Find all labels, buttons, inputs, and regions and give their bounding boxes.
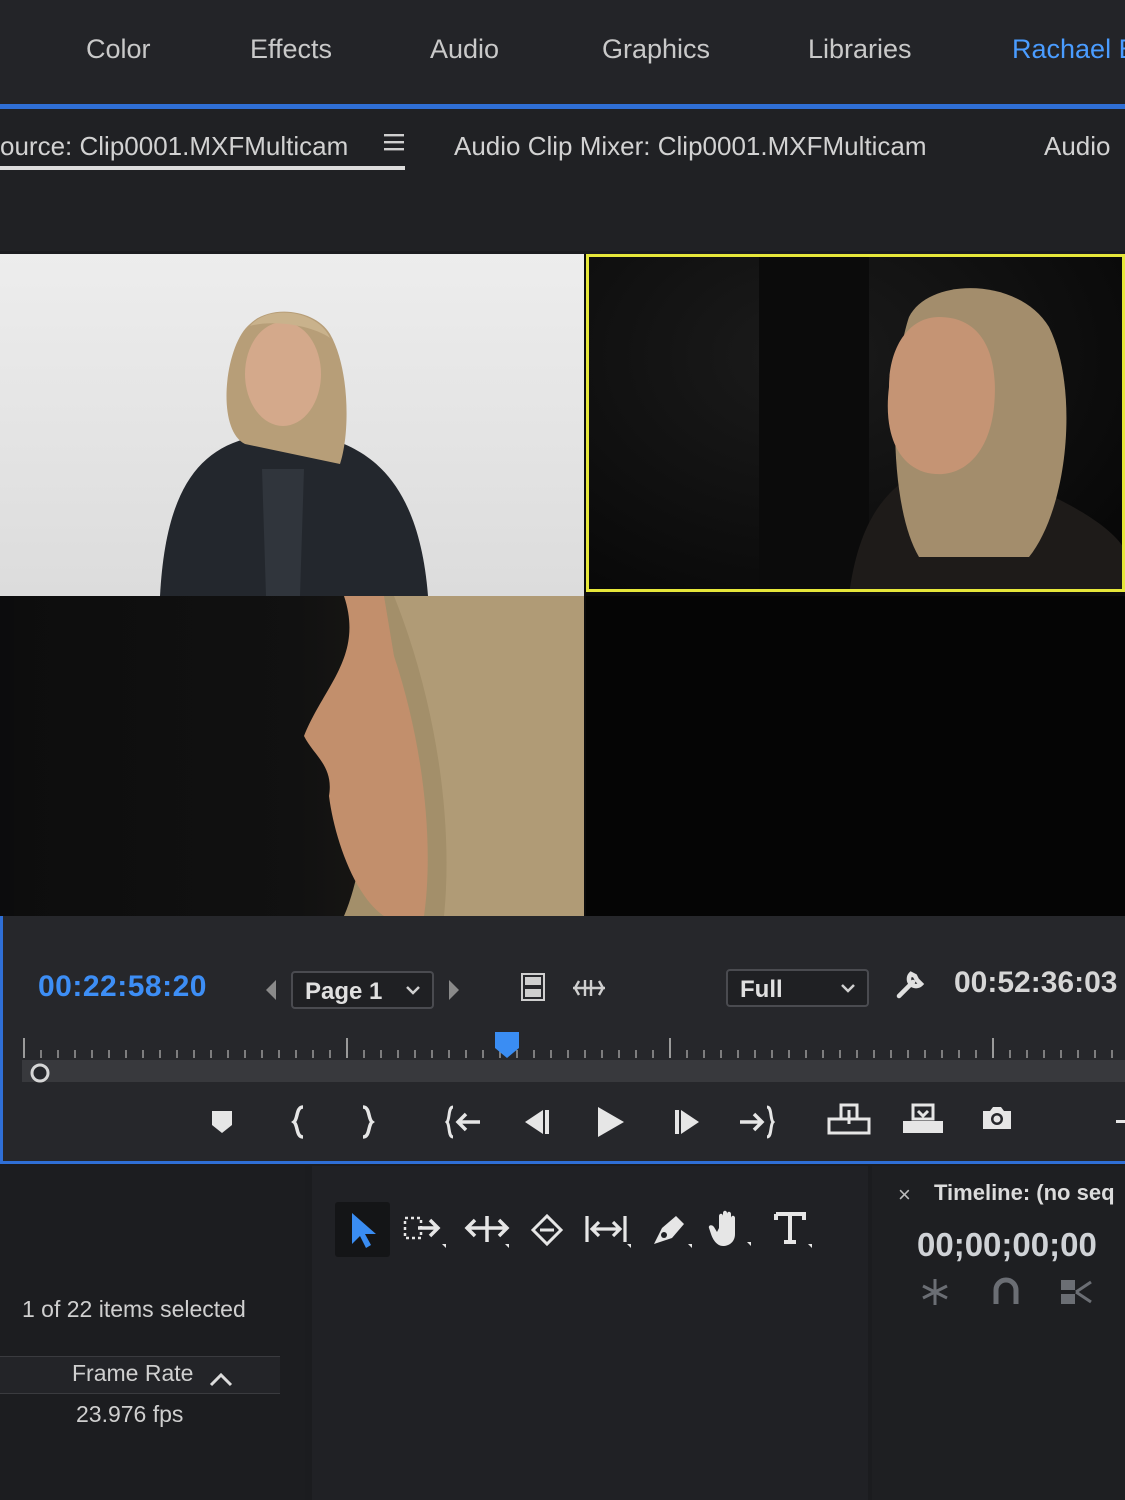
scrub-bar[interactable] — [22, 1060, 1125, 1082]
transmit-icon[interactable] — [571, 976, 607, 1000]
panel-menu-icon[interactable] — [383, 132, 405, 152]
zoom-select[interactable]: Full — [726, 969, 869, 1007]
zoom-select-value: Full — [740, 976, 783, 1003]
track-select-tool-icon[interactable] — [402, 1212, 448, 1252]
angle-2-image — [759, 257, 1122, 589]
pen-tool-icon[interactable] — [648, 1210, 694, 1252]
page-select[interactable]: Page 1 — [291, 971, 434, 1009]
tab-source-monitor[interactable]: ource: Clip0001.MXFMulticam — [0, 131, 348, 162]
camera-angle-3[interactable] — [14, 596, 584, 916]
workspace-tab-libraries[interactable]: Libraries — [808, 34, 912, 65]
slip-tool-icon[interactable] — [583, 1212, 633, 1252]
timeline-close-button[interactable]: × — [898, 1182, 911, 1208]
frame-rate-cell: 23.976 fps — [76, 1401, 184, 1427]
angle-1-image — [160, 311, 428, 596]
playhead-marker[interactable] — [493, 1030, 521, 1060]
workspace-tab-custom[interactable]: Rachael E — [1012, 34, 1125, 65]
mark-in-icon[interactable] — [288, 1104, 310, 1140]
workspace-tab-audio[interactable]: Audio — [430, 34, 499, 65]
angle-3-image — [304, 596, 584, 916]
duration-timecode: 00:52:36:03 — [954, 966, 1118, 999]
timeline-tab-title[interactable]: Timeline: (no seq — [934, 1180, 1115, 1206]
column-header-frame-rate[interactable]: Frame Rate — [72, 1360, 193, 1387]
page-select-value: Page 1 — [305, 978, 383, 1005]
chevron-down-icon — [841, 984, 855, 993]
step-forward-icon[interactable] — [671, 1106, 705, 1138]
active-tab-indicator — [0, 166, 405, 170]
nest-sequence-icon[interactable] — [918, 1276, 952, 1308]
workspace-bar: Color Effects Audio Graphics Libraries R… — [0, 0, 1125, 104]
type-tool-icon[interactable] — [772, 1210, 816, 1252]
snap-magnet-icon[interactable] — [990, 1276, 1022, 1308]
zoom-handle-left-icon[interactable] — [28, 1061, 52, 1085]
sort-ascending-icon[interactable] — [208, 1370, 234, 1388]
play-icon[interactable] — [592, 1104, 628, 1140]
export-frame-camera-icon[interactable] — [980, 1104, 1014, 1132]
next-page-icon[interactable] — [446, 978, 462, 1002]
camera-angle-2[interactable] — [586, 254, 1125, 592]
tab-audio[interactable]: Audio — [1044, 131, 1111, 162]
step-back-icon[interactable] — [519, 1106, 553, 1138]
camera-angle-1[interactable] — [0, 254, 584, 596]
camera-angle-4-empty[interactable] — [586, 596, 1125, 916]
workspace-tab-color[interactable]: Color — [86, 34, 151, 65]
selection-tool-icon[interactable] — [346, 1210, 382, 1250]
go-to-in-icon[interactable] — [444, 1104, 482, 1140]
hand-tool-icon[interactable] — [707, 1208, 755, 1252]
tab-audio-clip-mixer[interactable]: Audio Clip Mixer: Clip0001.MXFMulticam — [454, 131, 926, 162]
current-timecode[interactable]: 00:22:58:20 — [38, 970, 207, 1004]
timeline-panel — [872, 1166, 1125, 1500]
workspace-tab-effects[interactable]: Effects — [250, 34, 332, 65]
selection-status: 1 of 22 items selected — [22, 1296, 246, 1322]
wrench-settings-icon[interactable] — [893, 968, 927, 1002]
ripple-edit-tool-icon[interactable] — [463, 1212, 513, 1252]
linked-selection-icon[interactable] — [1058, 1276, 1094, 1308]
timeline-timecode[interactable]: 00;00;00;00 — [917, 1226, 1097, 1264]
time-ruler[interactable] — [22, 1030, 1125, 1060]
mark-out-icon[interactable] — [356, 1104, 378, 1140]
workspace-tab-graphics[interactable]: Graphics — [602, 34, 710, 65]
go-to-out-icon[interactable] — [738, 1104, 776, 1140]
chevron-down-icon — [406, 986, 420, 995]
project-panel — [0, 1166, 305, 1500]
add-marker-icon[interactable] — [209, 1108, 235, 1136]
multicam-toggle-icon[interactable] — [520, 972, 546, 1002]
insert-icon[interactable] — [826, 1102, 872, 1138]
add-button-icon[interactable] — [1112, 1110, 1125, 1132]
panel-tab-bar: ource: Clip0001.MXFMulticam Audio Clip M… — [0, 109, 1125, 251]
razor-tool-icon[interactable] — [527, 1212, 567, 1252]
overwrite-icon[interactable] — [900, 1102, 946, 1136]
multicam-viewer — [0, 254, 1125, 916]
previous-page-icon[interactable] — [263, 978, 279, 1002]
